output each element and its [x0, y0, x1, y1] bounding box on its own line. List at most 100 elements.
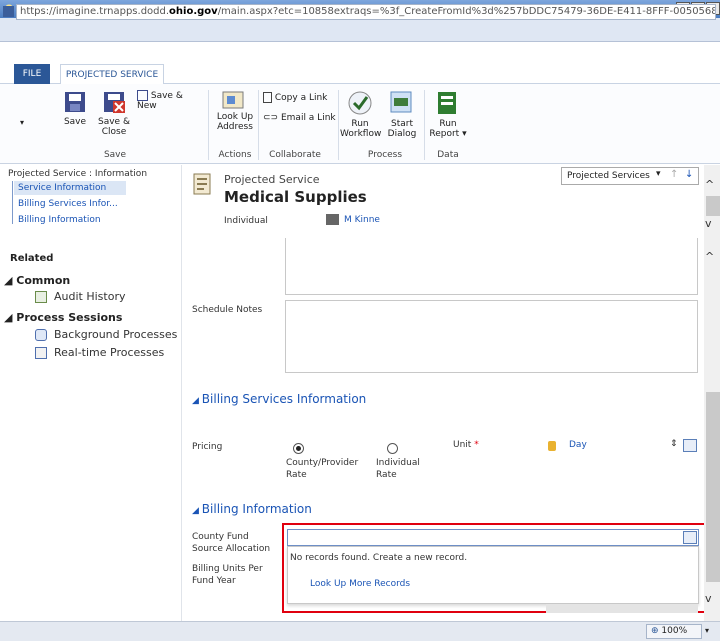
- unit-lookup-field[interactable]: Day ⇕: [543, 437, 697, 454]
- record-view-selector[interactable]: Projected Services ▾ ↑ ↓: [561, 167, 699, 185]
- run-report-label: Run Report: [429, 119, 460, 139]
- chevron-down-icon[interactable]: ▾: [705, 626, 709, 635]
- group-save-label: Save: [103, 150, 127, 160]
- nav-link-service-information[interactable]: Service Information: [18, 183, 106, 193]
- nav-item-audit-history[interactable]: Audit History: [54, 290, 125, 303]
- nav-tree-line: [12, 181, 13, 224]
- county-fund-source-label: County Fund Source Allocation: [192, 532, 271, 554]
- url-suffix: /main.aspx?etc=10858extraqs=%3f_CreateFr…: [217, 6, 715, 17]
- collapse-icon: ◢: [4, 274, 17, 287]
- billing-units-label: Billing Units Per Fund Year: [192, 564, 263, 586]
- pricing-individual-label: Individual Rate: [376, 458, 420, 480]
- group-process-label: Process: [367, 150, 403, 160]
- scrollbar-thumb[interactable]: [706, 392, 720, 582]
- unit-value[interactable]: Day: [569, 440, 587, 450]
- nav-item-realtime-processes[interactable]: Real-time Processes: [54, 346, 164, 359]
- no-records-message: No records found. Create a new record.: [290, 553, 468, 563]
- group-actions-label: Actions: [218, 150, 252, 160]
- pricing-individual-radio[interactable]: [387, 443, 398, 454]
- save-button[interactable]: Save: [55, 90, 95, 127]
- look-up-address-icon: [221, 90, 247, 115]
- status-bar: [0, 621, 720, 641]
- owner-link[interactable]: M Kinne: [344, 215, 380, 225]
- nav-process-sessions-heading[interactable]: ◢ Process Sessions: [4, 311, 122, 324]
- pricing-county-provider-label: County/Provider Rate: [286, 458, 359, 480]
- email-link-label: Email a Link: [280, 113, 336, 123]
- collapse-icon: ◢: [192, 396, 202, 406]
- group-separator: [208, 90, 209, 160]
- unit-record-icon: [548, 441, 556, 451]
- save-icon: [65, 92, 85, 112]
- save-close-label: Save & Close: [98, 117, 130, 137]
- look-up-address-label: Look Up Address: [216, 112, 254, 132]
- projected-service-entity-icon: [192, 172, 214, 201]
- run-report-icon: [438, 92, 456, 114]
- scroll-up-arrow[interactable]: ^: [705, 178, 714, 191]
- entity-name: Projected Service: [224, 173, 320, 186]
- look-up-more-records-link[interactable]: Look Up More Records: [310, 579, 410, 589]
- user-icon: [326, 214, 339, 225]
- scroll-down-arrow[interactable]: v: [705, 217, 712, 230]
- email-link-icon: ⊂⊃: [263, 113, 279, 123]
- pricing-county-provider-radio[interactable]: [293, 443, 304, 454]
- lookup-search-icon[interactable]: [683, 439, 697, 452]
- nav-header: Projected Service : Information: [8, 169, 148, 179]
- start-dialog-button[interactable]: Start Dialog: [384, 90, 420, 139]
- record-view-selector-label: Projected Services: [567, 171, 650, 181]
- run-workflow-icon: [348, 91, 372, 115]
- unit-label: Unit *: [453, 440, 479, 450]
- collapse-icon: ◢: [192, 506, 202, 516]
- background-processes-icon: [35, 329, 47, 341]
- tab-file[interactable]: FILE: [14, 64, 50, 84]
- group-separator: [338, 90, 339, 160]
- copy-link-button[interactable]: Copy a Link: [263, 92, 335, 103]
- run-workflow-button[interactable]: Run Workflow: [340, 88, 381, 139]
- save-new-button[interactable]: Save & New: [137, 90, 205, 111]
- zoom-level: 100%: [661, 626, 688, 636]
- schedule-notes-textarea[interactable]: [285, 300, 698, 373]
- zoom-control[interactable]: ⊕ 100%: [646, 624, 702, 639]
- county-fund-source-input[interactable]: [287, 529, 699, 546]
- nav-common-heading[interactable]: ◢ Common: [4, 274, 70, 287]
- group-separator: [424, 90, 425, 160]
- address-bar: [0, 18, 720, 42]
- url-input[interactable]: https://imagine.trnapps.dodd.ohio.gov/ma…: [16, 4, 716, 20]
- run-report-button[interactable]: Run Report ▾: [428, 90, 468, 139]
- site-icon: [3, 6, 14, 17]
- scrollbar-thumb-upper[interactable]: [706, 196, 720, 216]
- unit-spinner-icon[interactable]: ⇕: [670, 439, 678, 449]
- email-link-button[interactable]: ⊂⊃ Email a Link: [263, 113, 337, 123]
- look-up-address-button[interactable]: Look Up Address: [212, 112, 258, 132]
- billing-information-section-header[interactable]: ◢ Billing Information: [192, 502, 312, 516]
- scroll-down-arrow[interactable]: v: [705, 592, 712, 605]
- left-navigation: [0, 165, 182, 621]
- nav-related-heading: Related: [10, 253, 54, 264]
- previous-record-icon[interactable]: ↑: [670, 169, 678, 180]
- notes-textarea-upper[interactable]: [285, 238, 698, 295]
- ribbon-expand-arrow[interactable]: ▾: [20, 118, 24, 127]
- tab-projected-service[interactable]: PROJECTED SERVICE: [60, 64, 164, 84]
- next-record-icon[interactable]: ↓: [685, 169, 693, 180]
- required-indicator: *: [474, 440, 479, 450]
- group-data-label: Data: [437, 150, 459, 160]
- group-separator: [258, 90, 259, 160]
- save-close-icon: [104, 92, 125, 113]
- save-label: Save: [63, 117, 87, 127]
- scroll-up-arrow[interactable]: ^: [705, 250, 714, 263]
- nav-link-billing-information[interactable]: Billing Information: [18, 215, 101, 225]
- save-close-button[interactable]: Save & Close: [96, 90, 132, 137]
- lookup-results-dropdown: No records found. Create a new record. L…: [287, 546, 699, 604]
- nav-item-background-processes[interactable]: Background Processes: [54, 328, 177, 341]
- copy-link-label: Copy a Link: [274, 93, 328, 103]
- chevron-down-icon: ▾: [459, 129, 467, 139]
- copy-link-icon: [263, 92, 272, 103]
- nav-link-billing-services[interactable]: Billing Services Infor...: [18, 199, 118, 209]
- pricing-label: Pricing: [192, 442, 223, 452]
- lookup-search-icon[interactable]: [683, 531, 697, 544]
- horizontal-scroll-remnant: [546, 604, 698, 613]
- save-new-icon: [137, 90, 148, 101]
- url-prefix: https://imagine.trnapps.dodd.: [20, 6, 170, 17]
- group-collaborate-label: Collaborate: [269, 150, 321, 160]
- collapse-icon: ◢: [4, 311, 17, 324]
- billing-services-section-header[interactable]: ◢ Billing Services Information: [192, 392, 366, 406]
